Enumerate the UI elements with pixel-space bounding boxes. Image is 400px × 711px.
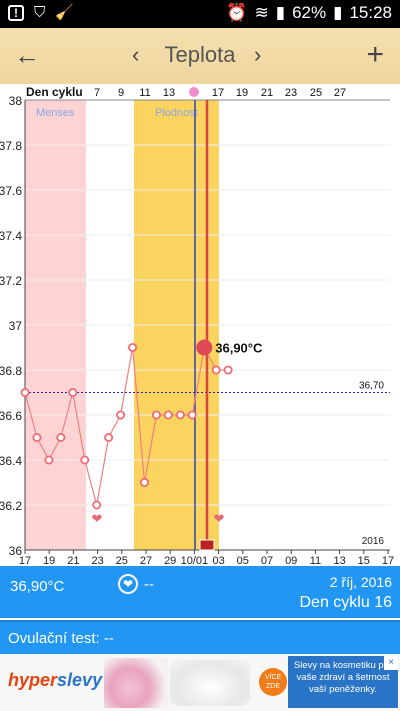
y-tick-label: 36.6 xyxy=(0,409,22,423)
y-tick-label: 37 xyxy=(9,319,23,333)
battery-percent: 62% xyxy=(292,3,327,22)
status-bar: ! ⛉ 🧹 ⏰ ≋ ▮ 62% ▮ 15:28 xyxy=(0,0,400,28)
x-tick-label: 05 xyxy=(237,555,249,566)
coverline-label: 36,70 xyxy=(359,381,384,392)
x-tick-label: 17 xyxy=(19,555,31,566)
battery-icon: ▮ xyxy=(333,3,343,22)
ad-brand-logo[interactable]: hyperslevy xyxy=(8,670,102,691)
y-tick-label: 38 xyxy=(9,94,23,108)
chevron-left-icon[interactable]: ‹ xyxy=(132,42,139,68)
temperature-point xyxy=(151,410,161,420)
x-tick-label: 07 xyxy=(261,555,273,566)
temperature-point xyxy=(139,477,149,487)
heart-icon[interactable]: ❤ xyxy=(118,574,138,594)
y-tick-label: 36.4 xyxy=(0,454,22,468)
x-tick-label: 10/01 xyxy=(181,555,209,566)
alarm-icon: ⏰ xyxy=(226,3,248,22)
x-tick-label: 03 xyxy=(212,555,224,566)
x-tick-label: 15 xyxy=(358,555,370,566)
y-tick-label: 37.8 xyxy=(0,139,22,153)
ovulation-test-label: Ovulační test: -- xyxy=(8,630,114,647)
top-tick-label: 17 xyxy=(212,87,224,99)
x-tick-label: 11 xyxy=(310,555,321,566)
menses-band-label: Menses xyxy=(36,107,75,119)
fertility-band-label: Plodnost xyxy=(155,107,198,119)
ad-banner[interactable]: hyperslevy VÍCE ZDE Slevy na kosmetiku p… xyxy=(0,654,400,711)
temperature-point xyxy=(56,432,66,442)
selected-temperature-label: 36,90°C xyxy=(215,341,263,356)
arrow-left-icon[interactable]: ← xyxy=(14,40,40,71)
temperature-point xyxy=(44,455,54,465)
x-tick-label: 13 xyxy=(333,555,345,566)
x-tick-label: 23 xyxy=(91,555,103,566)
clock: 15:28 xyxy=(349,3,392,22)
ad-flower-image xyxy=(104,658,168,708)
temperature-point xyxy=(104,432,114,442)
plus-icon[interactable]: + xyxy=(366,38,384,72)
ad-text: Slevy na kosmetiku pro vaše zdraví a šet… xyxy=(288,656,398,708)
shield-icon: ⛉ xyxy=(34,4,46,21)
ad-cosmetics-image xyxy=(170,660,250,706)
x-tick-label: 19 xyxy=(43,555,55,566)
y-tick-label: 37.2 xyxy=(0,274,22,288)
cycle-day: Den cyklu 16 xyxy=(299,594,393,611)
signal-icon: ▮ xyxy=(275,3,286,22)
alert-icon: ! xyxy=(8,5,24,21)
y-tick-label: 36.8 xyxy=(0,364,22,378)
wifi-icon: ≋ xyxy=(254,3,269,22)
temperature-point xyxy=(68,387,78,397)
temperature-point xyxy=(128,342,138,352)
top-tick-label: 19 xyxy=(236,87,248,99)
ovulation-flower-icon xyxy=(189,87,199,97)
calendar-icon xyxy=(199,539,215,551)
top-tick-label: 25 xyxy=(310,87,322,99)
temperature-point xyxy=(32,432,42,442)
heart-icon: ❤ xyxy=(214,512,225,527)
temperature-point xyxy=(223,365,233,375)
intercourse-value: -- xyxy=(144,576,154,593)
x-tick-label: 17 xyxy=(382,555,394,566)
x-tick-label: 29 xyxy=(164,555,176,566)
top-tick-label: 11 xyxy=(139,87,150,99)
x-tick-label: 27 xyxy=(140,555,152,566)
temperature-point xyxy=(211,365,221,375)
y-tick-label: 37.6 xyxy=(0,184,22,198)
broom-icon: 🧹 xyxy=(55,4,74,21)
top-tick-label: 21 xyxy=(261,87,273,99)
x-tick-label: 21 xyxy=(67,555,79,566)
page-title: Teplota xyxy=(164,42,236,67)
app-bar: ← ‹ Teplota › + xyxy=(0,28,400,84)
temperature-point xyxy=(187,410,197,420)
chart-svg[interactable]: Menses Plodnost 3636.236.436.636.83737.23… xyxy=(0,84,400,567)
y-tick-label: 37.4 xyxy=(0,229,22,243)
top-tick-label: 9 xyxy=(118,87,124,99)
x-tick-label: 25 xyxy=(116,555,128,566)
top-axis-label: Den cyklu xyxy=(26,85,83,99)
info-bar[interactable]: 36,90°C ❤ -- 2 říj, 2016 Den cyklu 16 xyxy=(0,566,400,618)
top-tick-label: 7 xyxy=(94,87,100,99)
year-label: 2016 xyxy=(362,536,385,547)
temperature-point xyxy=(92,500,102,510)
temperature-point xyxy=(80,455,90,465)
top-tick-label: 23 xyxy=(285,87,297,99)
temperature-chart[interactable]: Menses Plodnost 36 36.2 36.4 36.6 36.8 37 37.2 3… xyxy=(0,84,400,567)
temperature-value: 36,90°C xyxy=(10,578,65,595)
temperature-point xyxy=(116,410,126,420)
top-tick-label: 27 xyxy=(334,87,346,99)
top-tick-label: 13 xyxy=(163,87,175,99)
temperature-point xyxy=(175,410,185,420)
temperature-point xyxy=(163,410,173,420)
selected-date: 2 říj, 2016 xyxy=(329,574,392,590)
ad-more-button[interactable]: VÍCE ZDE xyxy=(259,668,287,696)
temperature-point xyxy=(20,387,30,397)
x-tick-label: 09 xyxy=(285,555,297,566)
ovulation-test-bar[interactable]: Ovulační test: -- xyxy=(0,620,400,654)
chevron-right-icon[interactable]: › xyxy=(254,42,261,68)
close-icon[interactable]: × xyxy=(384,656,398,670)
heart-icon: ❤ xyxy=(92,512,103,527)
selected-temperature-point xyxy=(196,339,213,356)
y-tick-label: 36.2 xyxy=(0,499,22,513)
